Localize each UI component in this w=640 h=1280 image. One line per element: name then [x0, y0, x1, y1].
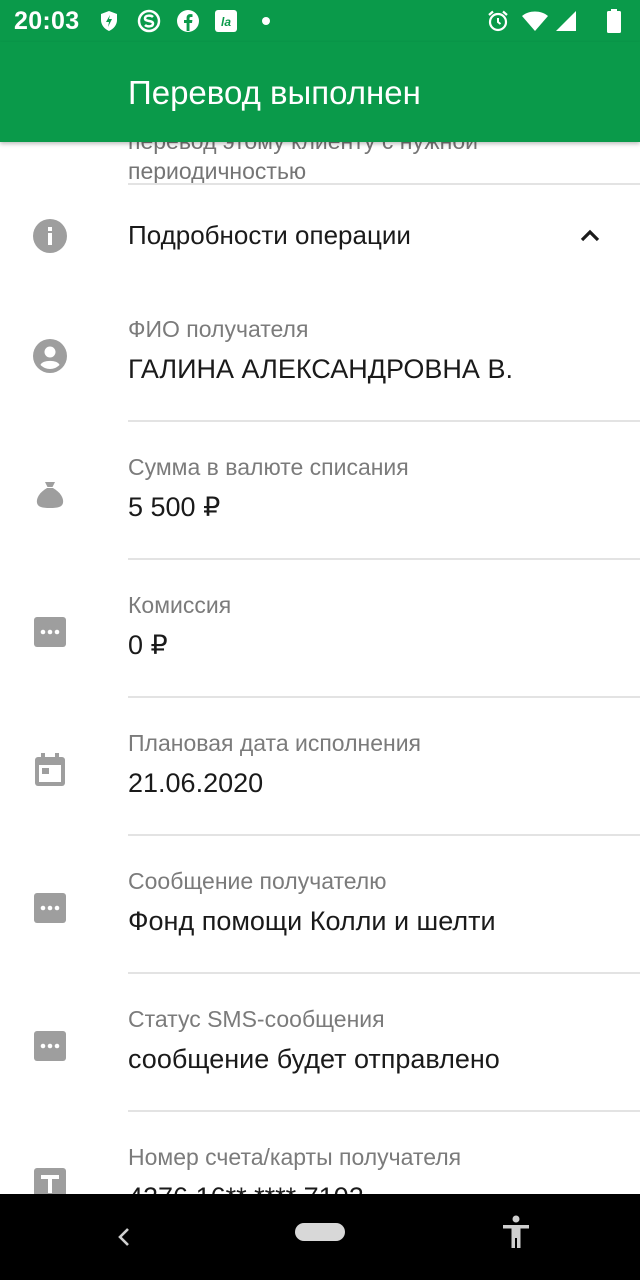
divider: [128, 696, 640, 698]
details-header-label: Подробности операции: [128, 220, 411, 250]
app-bar: Перевод выполнен: [0, 42, 640, 142]
accessibility-icon[interactable]: [500, 1214, 532, 1250]
detail-row-message: Сообщение получателю Фонд помощи Колли и…: [0, 838, 640, 976]
detail-value: сообщение будет отправлено: [128, 1044, 500, 1074]
la-app-icon: la: [215, 10, 237, 32]
wifi-icon: [522, 11, 548, 31]
divider: [128, 183, 640, 185]
status-time: 20:03: [14, 7, 80, 35]
detail-row-planned-date: Плановая дата исполнения 21.06.2020: [0, 700, 640, 838]
detail-label: ФИО получателя: [128, 316, 309, 342]
detail-label: Плановая дата исполнения: [128, 730, 422, 756]
content-scroll-area[interactable]: перевод этому клиенту с нужной периодичн…: [0, 142, 640, 1194]
page-title: Перевод выполнен: [128, 74, 421, 111]
detail-value: 0 ₽: [128, 630, 168, 660]
detail-row-commission: Комиссия 0 ₽: [0, 562, 640, 700]
divider: [128, 558, 640, 560]
status-bar: 20:03 la: [0, 0, 640, 42]
divider: [128, 420, 640, 422]
detail-row-sms-status: Статус SMS-сообщения сообщение будет отп…: [0, 976, 640, 1114]
text-t-icon: [34, 1168, 66, 1194]
svg-text:la: la: [221, 15, 231, 29]
more-dots-icon: [34, 1031, 66, 1061]
divider: [128, 1110, 640, 1112]
cellular-signal-icon: [556, 11, 576, 31]
detail-value: 21.06.2020: [128, 768, 264, 798]
chevron-up-icon[interactable]: [578, 224, 602, 248]
detail-row-amount: Сумма в валюте списания 5 500 ₽: [0, 424, 640, 562]
home-pill[interactable]: [295, 1223, 345, 1241]
detail-label: Статус SMS-сообщения: [128, 1006, 385, 1032]
divider: [128, 972, 640, 974]
facebook-icon: [177, 10, 199, 32]
person-icon: [33, 339, 67, 373]
calendar-icon: [35, 753, 65, 786]
more-dots-icon: [34, 893, 66, 923]
detail-row-recipient-name: ФИО получателя ГАЛИНА АЛЕКСАНДРОВНА В.: [0, 286, 640, 424]
alarm-icon: [488, 10, 508, 32]
more-dots-icon: [34, 617, 66, 647]
detail-value: ГАЛИНА АЛЕКСАНДРОВНА В.: [128, 354, 513, 384]
detail-value: 5 500 ₽: [128, 492, 221, 522]
detail-label: Сообщение получателю: [128, 868, 387, 894]
battery-icon: [607, 9, 621, 33]
partial-description-text: перевод этому клиенту с нужной периодичн…: [128, 142, 478, 184]
detail-value: Фонд помощи Колли и шелти: [128, 906, 496, 936]
sync-s-icon: [137, 9, 161, 33]
system-nav-bar: [0, 1194, 640, 1280]
detail-value: 4276 16** **** 7102: [128, 1182, 364, 1194]
shield-bolt-icon: [101, 11, 117, 31]
divider: [128, 834, 640, 836]
detail-label: Номер счета/карты получателя: [128, 1144, 462, 1170]
notification-dot: [262, 17, 270, 25]
detail-label: Сумма в валюте списания: [128, 454, 409, 480]
operation-details-toggle[interactable]: Подробности операции: [0, 186, 640, 286]
detail-label: Комиссия: [128, 592, 232, 618]
back-icon[interactable]: [112, 1222, 136, 1252]
info-icon: [33, 219, 67, 253]
money-bag-icon: [36, 482, 64, 508]
detail-row-account-number: Номер счета/карты получателя 4276 16** *…: [0, 1114, 640, 1194]
